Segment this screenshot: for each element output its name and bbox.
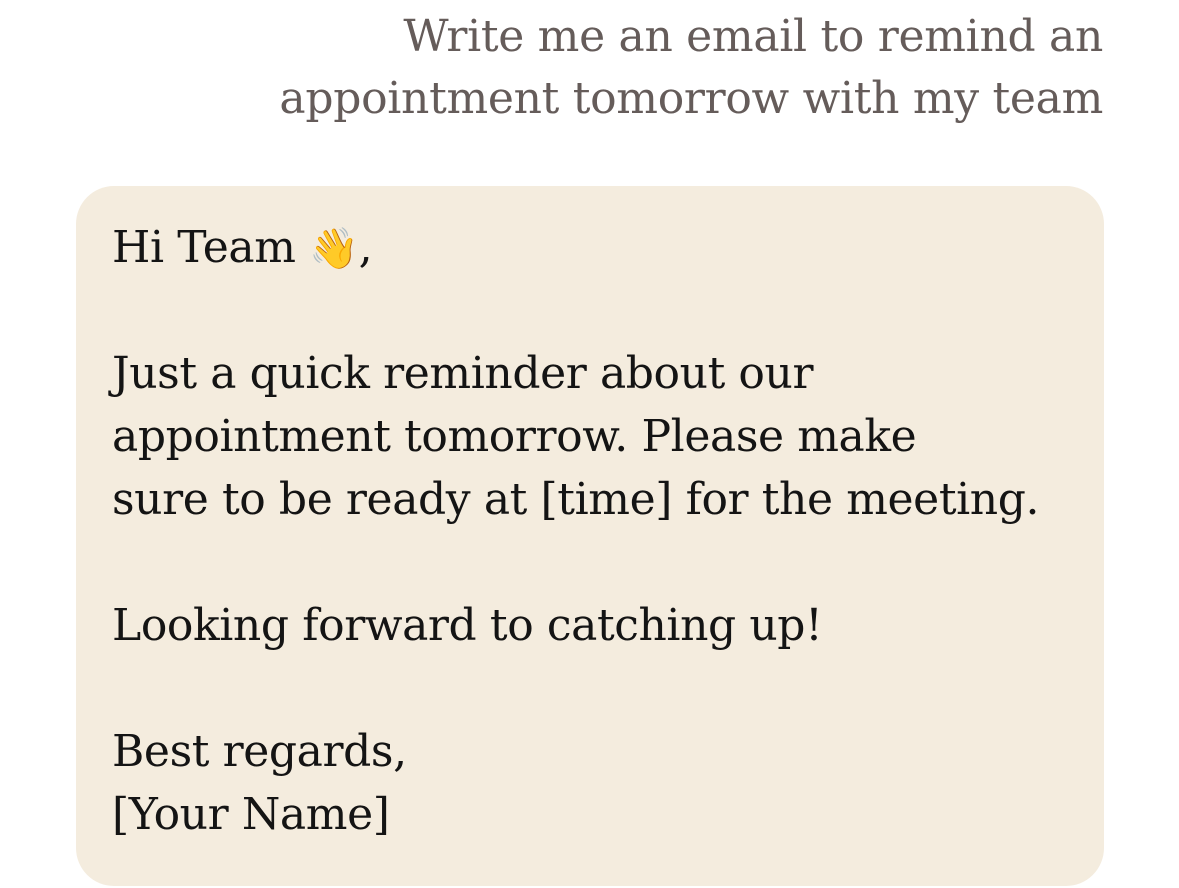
email-signature: [Your Name] — [112, 789, 390, 840]
user-message: Write me an email to remind an appointme… — [143, 6, 1103, 130]
email-body-line: Just a quick reminder about our — [112, 348, 814, 399]
user-message-line: appointment tomorrow with my team — [279, 73, 1103, 124]
email-body-line: appointment tomorrow. Please make — [112, 411, 917, 462]
greeting-text: Hi Team — [112, 222, 296, 273]
chat-view: Write me an email to remind an appointme… — [0, 0, 1179, 888]
user-message-line: Write me an email to remind an — [403, 11, 1103, 62]
email-closing-line: Looking forward to catching up! — [112, 600, 823, 651]
waving-hand-icon: 👋 — [309, 226, 359, 272]
email-body-line: sure to be ready at [time] for the meeti… — [112, 474, 1040, 525]
email-greeting: Hi Team 👋, — [112, 216, 1068, 279]
greeting-comma: , — [358, 222, 373, 273]
email-signoff: Best regards, — [112, 726, 407, 777]
assistant-reply-bubble: Hi Team 👋, Just a quick reminder about o… — [76, 186, 1104, 886]
